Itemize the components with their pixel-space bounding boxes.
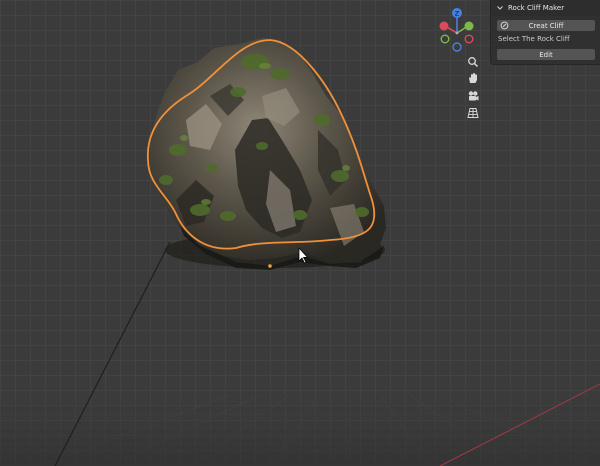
create-cliff-icon xyxy=(500,21,509,30)
neg-y-axis-handle[interactable] xyxy=(440,34,450,44)
navigation-gizmo[interactable]: Z xyxy=(436,4,478,56)
hand-pan-icon[interactable] xyxy=(463,68,483,88)
x-axis-handle[interactable] xyxy=(439,21,449,31)
select-instruction-text: Select The Rock Cliff xyxy=(498,35,570,43)
rock-cliff-object[interactable] xyxy=(150,38,386,270)
chevron-down-icon[interactable] xyxy=(496,4,504,12)
create-cliff-button[interactable]: Creat Cliff xyxy=(497,20,595,31)
panel-header[interactable]: Rock Cliff Maker xyxy=(491,0,600,16)
grid-view-icon[interactable] xyxy=(463,103,483,123)
neg-z-axis-handle[interactable] xyxy=(452,42,462,52)
z-axis-label: Z xyxy=(455,10,460,18)
create-cliff-label: Creat Cliff xyxy=(528,21,564,30)
edit-button[interactable]: Edit xyxy=(497,49,595,60)
viewport-scene xyxy=(0,38,600,466)
panel-title: Rock Cliff Maker xyxy=(508,4,565,12)
3d-viewport[interactable] xyxy=(0,0,600,466)
neg-x-axis-handle[interactable] xyxy=(464,34,474,44)
y-axis-handle[interactable] xyxy=(464,21,474,31)
rock-cliff-maker-panel: Rock Cliff Maker Creat Cliff Select The … xyxy=(490,0,600,65)
edit-label: Edit xyxy=(539,50,553,59)
object-origin xyxy=(268,264,272,268)
